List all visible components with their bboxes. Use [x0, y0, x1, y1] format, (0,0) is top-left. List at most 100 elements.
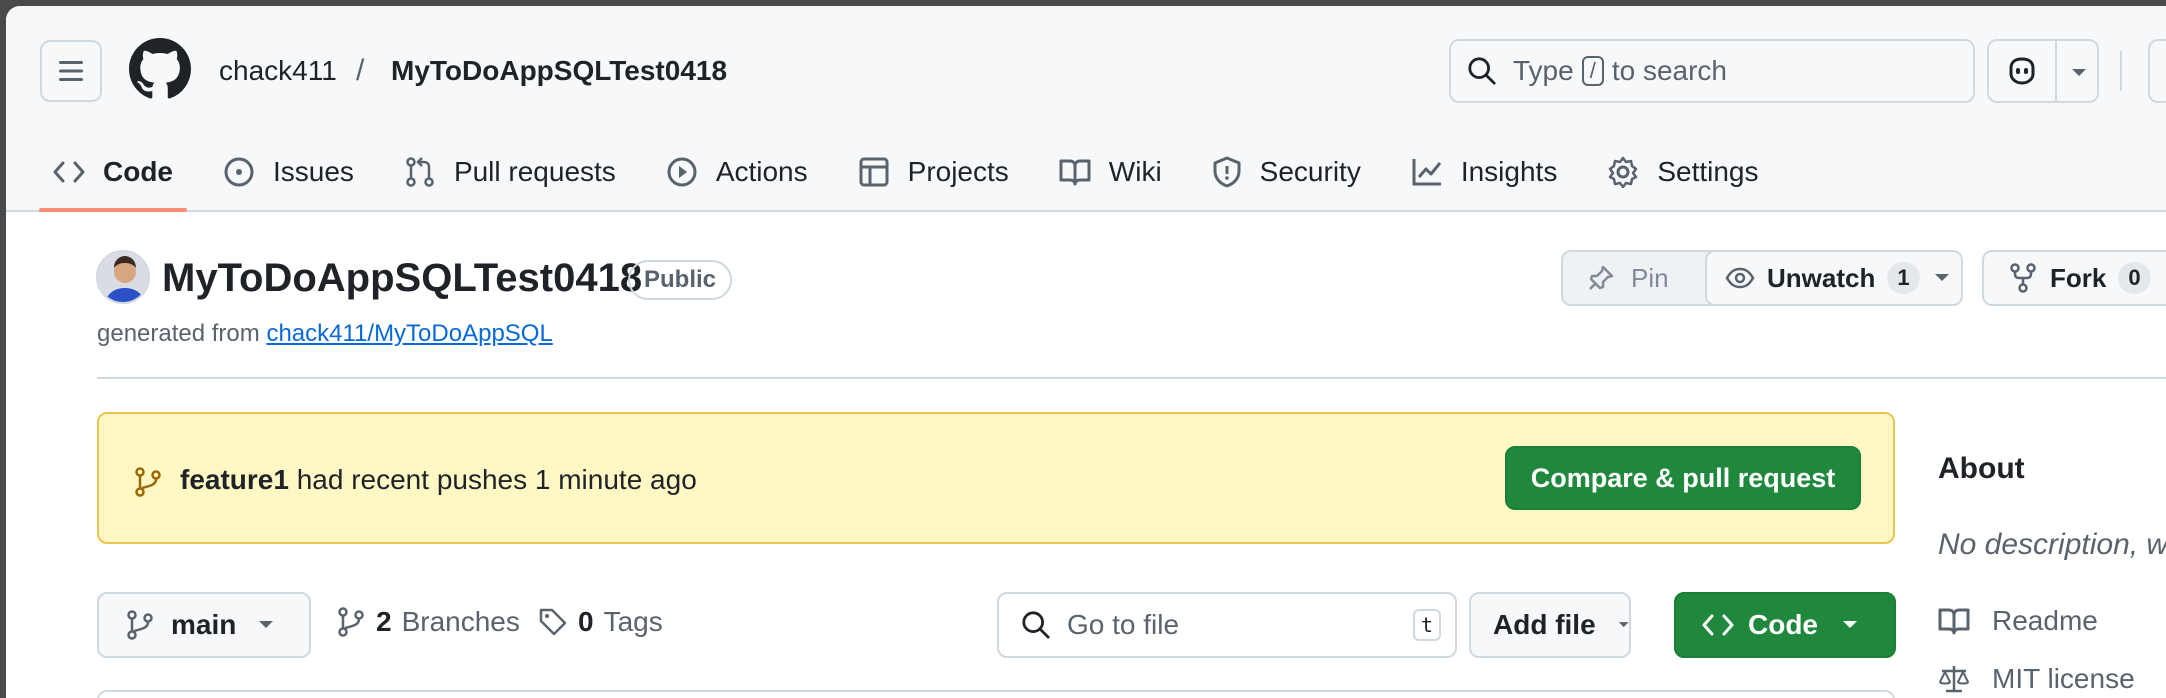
chevron-down-icon	[1618, 622, 1629, 628]
fork-label: Fork	[2050, 262, 2107, 293]
search-input[interactable]: Type / to search	[1449, 39, 1975, 103]
repo-header: chack411 / MyToDoAppSQLTest0418 Type / t…	[6, 6, 2166, 212]
github-logo-icon[interactable]	[129, 38, 191, 100]
code-button[interactable]: Code	[1674, 592, 1896, 658]
tab-label: Issues	[273, 156, 354, 187]
tags-label: Tags	[603, 606, 663, 637]
readme-label: Readme	[1992, 605, 2098, 636]
about-heading: About	[1938, 452, 2025, 485]
avatar-image-icon	[98, 252, 148, 302]
tab-actions[interactable]: Actions	[652, 140, 822, 204]
license-label: MIT license	[1992, 663, 2135, 694]
search-prefix: Type	[1513, 55, 1574, 86]
graph-icon	[1412, 159, 1441, 186]
search-icon	[1468, 57, 1496, 85]
fork-icon	[2010, 263, 2036, 293]
about-description: No description, w	[1938, 528, 2166, 561]
license-link[interactable]: MIT license	[1938, 663, 2135, 695]
add-file-button[interactable]: Add file	[1469, 592, 1631, 658]
pin-label: Pin	[1631, 262, 1669, 293]
tab-label: Settings	[1657, 156, 1759, 187]
breadcrumb-repo[interactable]: MyToDoAppSQLTest0418	[391, 54, 727, 88]
file-list-box	[97, 690, 1895, 698]
watch-count: 1	[1887, 262, 1920, 294]
browser-window: chack411 / MyToDoAppSQLTest0418 Type / t…	[6, 6, 2166, 698]
tab-wiki[interactable]: Wiki	[1045, 140, 1176, 204]
chevron-down-icon	[259, 621, 274, 628]
tab-label: Security	[1259, 156, 1361, 187]
tab-pull-requests[interactable]: Pull requests	[390, 140, 630, 204]
branches-link[interactable]: 2 Branches	[338, 606, 520, 638]
banner-message: feature1 had recent pushes 1 minute ago	[180, 464, 697, 496]
git-branch-icon	[127, 610, 153, 640]
book-icon	[1059, 159, 1091, 186]
visibility-badge: Public	[628, 260, 733, 300]
avatar[interactable]	[96, 250, 150, 304]
law-scale-icon	[1938, 666, 1970, 693]
unwatch-button[interactable]: Unwatch 1	[1705, 250, 1963, 306]
tags-link[interactable]: 0 Tags	[538, 606, 663, 638]
git-branch-icon	[135, 467, 161, 497]
go-to-file-shortcut: t	[1412, 609, 1441, 641]
tab-label: Projects	[907, 156, 1009, 187]
shield-icon	[1213, 156, 1241, 188]
go-to-file-input[interactable]: Go to file t	[997, 592, 1457, 658]
search-suffix: to search	[1611, 55, 1727, 86]
search-shortcut-key: /	[1581, 56, 1604, 86]
fork-count: 0	[2118, 262, 2151, 294]
code-button-label: Code	[1748, 609, 1818, 640]
repo-title[interactable]: MyToDoAppSQLTest0418	[162, 256, 642, 301]
book-icon	[1938, 608, 1970, 635]
menu-button[interactable]	[40, 40, 102, 102]
issue-icon	[224, 157, 254, 187]
search-icon	[1022, 611, 1050, 639]
branch-selector[interactable]: main	[97, 592, 311, 658]
chevron-down-icon	[1843, 621, 1857, 628]
template-source: generated from chack411/MyToDoAppSQL	[97, 320, 553, 348]
hamburger-icon	[59, 61, 83, 81]
pull-request-icon	[406, 157, 434, 187]
tab-issues[interactable]: Issues	[209, 140, 368, 204]
chevron-down-icon[interactable]	[2071, 68, 2087, 78]
breadcrumb-owner[interactable]: chack411	[219, 54, 337, 88]
branches-count: 2	[376, 606, 392, 637]
repo-tabs: Code Issues Pull requests Actions Projec…	[39, 140, 1795, 212]
breadcrumb-separator: /	[356, 54, 365, 87]
copilot-divider	[2055, 41, 2057, 101]
tab-label: Insights	[1460, 156, 1558, 187]
header-divider	[2120, 51, 2122, 91]
tab-insights[interactable]: Insights	[1397, 140, 1572, 204]
branch-name: main	[171, 609, 237, 640]
add-file-label: Add file	[1493, 609, 1596, 640]
compare-pull-request-button[interactable]: Compare & pull request	[1505, 446, 1861, 510]
tab-settings[interactable]: Settings	[1593, 140, 1772, 204]
copilot-icon	[2009, 57, 2035, 85]
fork-button[interactable]: Fork 0	[1982, 250, 2166, 306]
code-icon	[53, 161, 85, 183]
generated-prefix: generated from	[97, 320, 260, 347]
tag-icon	[539, 608, 567, 636]
code-icon	[1702, 614, 1734, 636]
tab-label: Pull requests	[453, 156, 616, 187]
banner-branch-name: feature1	[180, 464, 289, 495]
eye-icon	[1725, 267, 1755, 289]
tab-projects[interactable]: Projects	[844, 140, 1023, 204]
header-divider-line	[97, 377, 2166, 379]
unwatch-label: Unwatch	[1767, 262, 1876, 293]
tab-label: Code	[103, 156, 173, 187]
copilot-button[interactable]	[1987, 39, 2099, 103]
readme-link[interactable]: Readme	[1938, 605, 2098, 637]
tab-label: Wiki	[1108, 156, 1162, 187]
branches-label: Branches	[401, 606, 520, 637]
chevron-down-icon	[1934, 274, 1949, 281]
tab-security[interactable]: Security	[1198, 140, 1375, 204]
tab-label: Actions	[715, 156, 808, 187]
tab-code[interactable]: Code	[39, 140, 187, 212]
gear-icon	[1609, 156, 1638, 188]
template-link[interactable]: chack411/MyToDoAppSQL	[266, 320, 552, 347]
header-action-button[interactable]	[2148, 39, 2166, 103]
tags-count: 0	[578, 606, 594, 637]
pin-icon	[1589, 265, 1614, 290]
git-branch-icon	[338, 607, 364, 637]
go-to-file-placeholder: Go to file	[1067, 609, 1180, 640]
